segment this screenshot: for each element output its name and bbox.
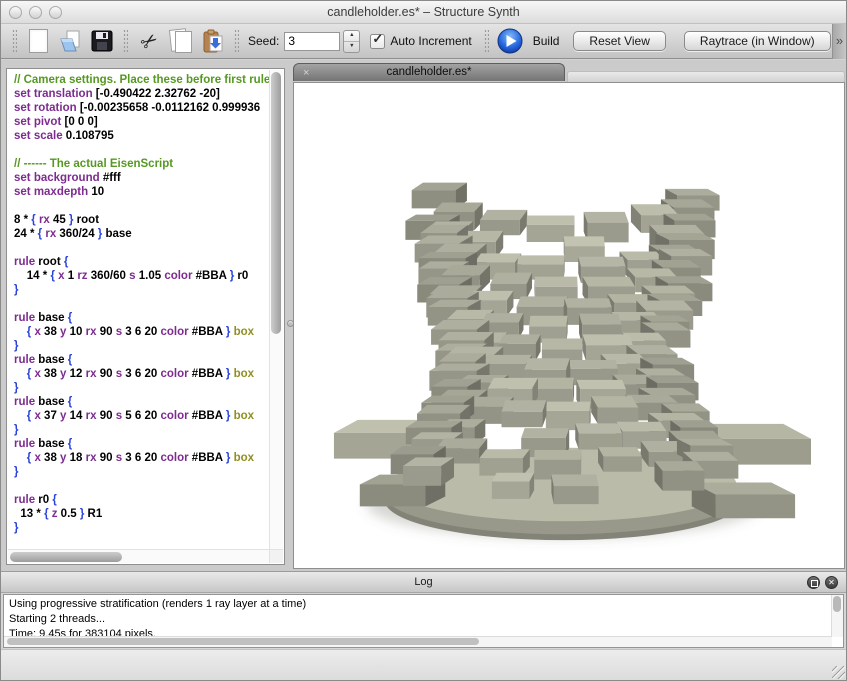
cut-button[interactable]: ✂	[133, 26, 165, 56]
toolbar: ✂ Seed: ▲ ▼ ✓ Auto Increment	[1, 24, 846, 59]
scrollbar-thumb[interactable]	[7, 638, 479, 645]
toolbar-overflow-chevron-icon[interactable]: »	[832, 24, 846, 59]
title-bar: candleholder.es* – Structure Synth	[1, 1, 846, 24]
window-title: candleholder.es* – Structure Synth	[1, 1, 846, 23]
render-pane: × candleholder.es*	[293, 60, 846, 571]
code-line: }	[14, 466, 270, 480]
code-line	[14, 536, 270, 550]
scrollbar-thumb[interactable]	[10, 552, 122, 562]
seed-input[interactable]	[284, 32, 340, 51]
cut-scissors-icon: ✂	[135, 26, 163, 56]
code-line: set background #fff	[14, 172, 270, 186]
code-line	[14, 480, 270, 494]
log-panel: Log ✕ Using progressive stratification (…	[1, 571, 846, 649]
resize-grip-icon[interactable]	[832, 666, 845, 679]
code-line	[14, 200, 270, 214]
code-line: // Camera settings. Place these before f…	[14, 74, 270, 88]
tab-bar-strip	[567, 71, 845, 82]
seed-label: Seed:	[248, 34, 279, 48]
code-line: rule base {	[14, 312, 270, 326]
new-file-button[interactable]	[22, 26, 54, 56]
tab-candleholder[interactable]: × candleholder.es*	[293, 63, 565, 81]
scrollbar-corner	[269, 549, 283, 563]
code-line: rule base {	[14, 438, 270, 452]
code-line	[14, 298, 270, 312]
auto-increment-label: Auto Increment	[390, 34, 471, 48]
pane-splitter[interactable]	[285, 60, 293, 571]
status-bar	[1, 649, 846, 680]
code-line: { x 37 y 14 rx 90 s 5 6 20 color #BBA } …	[14, 410, 270, 424]
raytrace-button[interactable]: Raytrace (in Window)	[684, 31, 831, 51]
code-line	[14, 242, 270, 256]
code-line: 24 * { rx 360/24 } base	[14, 228, 270, 242]
code-line: // ------ The actual EisenScript	[14, 158, 270, 172]
toolbar-grip	[234, 29, 239, 53]
paste-clipboard-icon	[201, 29, 225, 54]
seed-stepper[interactable]: ▲ ▼	[343, 30, 360, 53]
stepper-down-icon[interactable]: ▼	[344, 42, 359, 52]
new-document-icon	[29, 29, 48, 53]
code-line: set translation [-0.490422 2.32762 -20]	[14, 88, 270, 102]
scrollbar-thumb[interactable]	[833, 596, 841, 612]
copy-button[interactable]	[165, 26, 197, 56]
log-header: Log ✕	[1, 572, 846, 593]
tab-bar: × candleholder.es*	[293, 63, 846, 82]
code-line: set scale 0.108795	[14, 130, 270, 144]
code-line: rule base {	[14, 354, 270, 368]
save-floppy-icon	[90, 29, 114, 53]
checkmark-icon: ✓	[372, 31, 383, 47]
stepper-up-icon[interactable]: ▲	[344, 31, 359, 42]
opengl-viewport[interactable]	[293, 82, 845, 569]
auto-increment-checkbox[interactable]: ✓	[370, 34, 385, 49]
code-line: { x 38 y 18 rx 90 s 3 6 20 color #BBA } …	[14, 452, 270, 466]
log-content[interactable]: Using progressive stratification (render…	[3, 594, 844, 648]
save-file-button[interactable]	[86, 26, 118, 56]
code-line: }	[14, 284, 270, 298]
code-line: rule base {	[14, 396, 270, 410]
log-vertical-scrollbar[interactable]	[831, 595, 843, 637]
script-editor-pane[interactable]: // Camera settings. Place these before f…	[6, 68, 285, 565]
code-line: 8 * { rx 45 } root	[14, 214, 270, 228]
code-line: }	[14, 340, 270, 354]
code-line: { x 38 y 12 rx 90 s 3 6 20 color #BBA } …	[14, 368, 270, 382]
toolbar-grip	[123, 29, 128, 53]
log-line: Using progressive stratification (render…	[4, 597, 843, 612]
editor-vertical-scrollbar[interactable]	[269, 70, 283, 550]
log-line: Starting 2 threads...	[4, 612, 843, 627]
undock-icon	[811, 580, 818, 587]
log-close-button[interactable]: ✕	[825, 576, 838, 589]
code-line: 14 * { x 1 rz 360/60 s 1.05 color #BBA }…	[14, 270, 270, 284]
code-line: set pivot [0 0 0]	[14, 116, 270, 130]
build-play-icon	[497, 28, 523, 54]
toolbar-grip	[484, 29, 489, 53]
reset-view-button[interactable]: Reset View	[573, 31, 665, 51]
log-title: Log	[1, 572, 846, 592]
code-line: rule root {	[14, 256, 270, 270]
render-3d-view[interactable]	[294, 83, 844, 568]
copy-pages-icon	[170, 29, 192, 53]
code-line: rule r0 {	[14, 494, 270, 508]
code-line: }	[14, 522, 270, 536]
code-line: set maxdepth 10	[14, 186, 270, 200]
editor-horizontal-scrollbar[interactable]	[8, 549, 270, 563]
log-undock-button[interactable]	[807, 576, 820, 589]
build-button[interactable]	[494, 26, 526, 56]
build-label: Build	[533, 34, 560, 48]
code-line	[14, 144, 270, 158]
toolbar-grip	[12, 29, 17, 53]
app-window: candleholder.es* – Structure Synth ✂	[0, 0, 847, 681]
code-line: }	[14, 382, 270, 396]
scrollbar-thumb[interactable]	[271, 72, 281, 334]
code-line: { x 38 y 10 rx 90 s 3 6 20 color #BBA } …	[14, 326, 270, 340]
log-horizontal-scrollbar[interactable]	[4, 636, 832, 647]
paste-button[interactable]	[197, 26, 229, 56]
open-folder-icon	[57, 28, 83, 54]
code-line: 13 * { z 0.5 } R1	[14, 508, 270, 522]
main-area: // Camera settings. Place these before f…	[1, 60, 846, 571]
open-file-button[interactable]	[54, 26, 86, 56]
eisenscript-code[interactable]: // Camera settings. Place these before f…	[8, 70, 270, 550]
tab-title: candleholder.es*	[294, 64, 564, 81]
code-line: }	[14, 424, 270, 438]
code-line: set rotation [-0.00235658 -0.0112162 0.9…	[14, 102, 270, 116]
